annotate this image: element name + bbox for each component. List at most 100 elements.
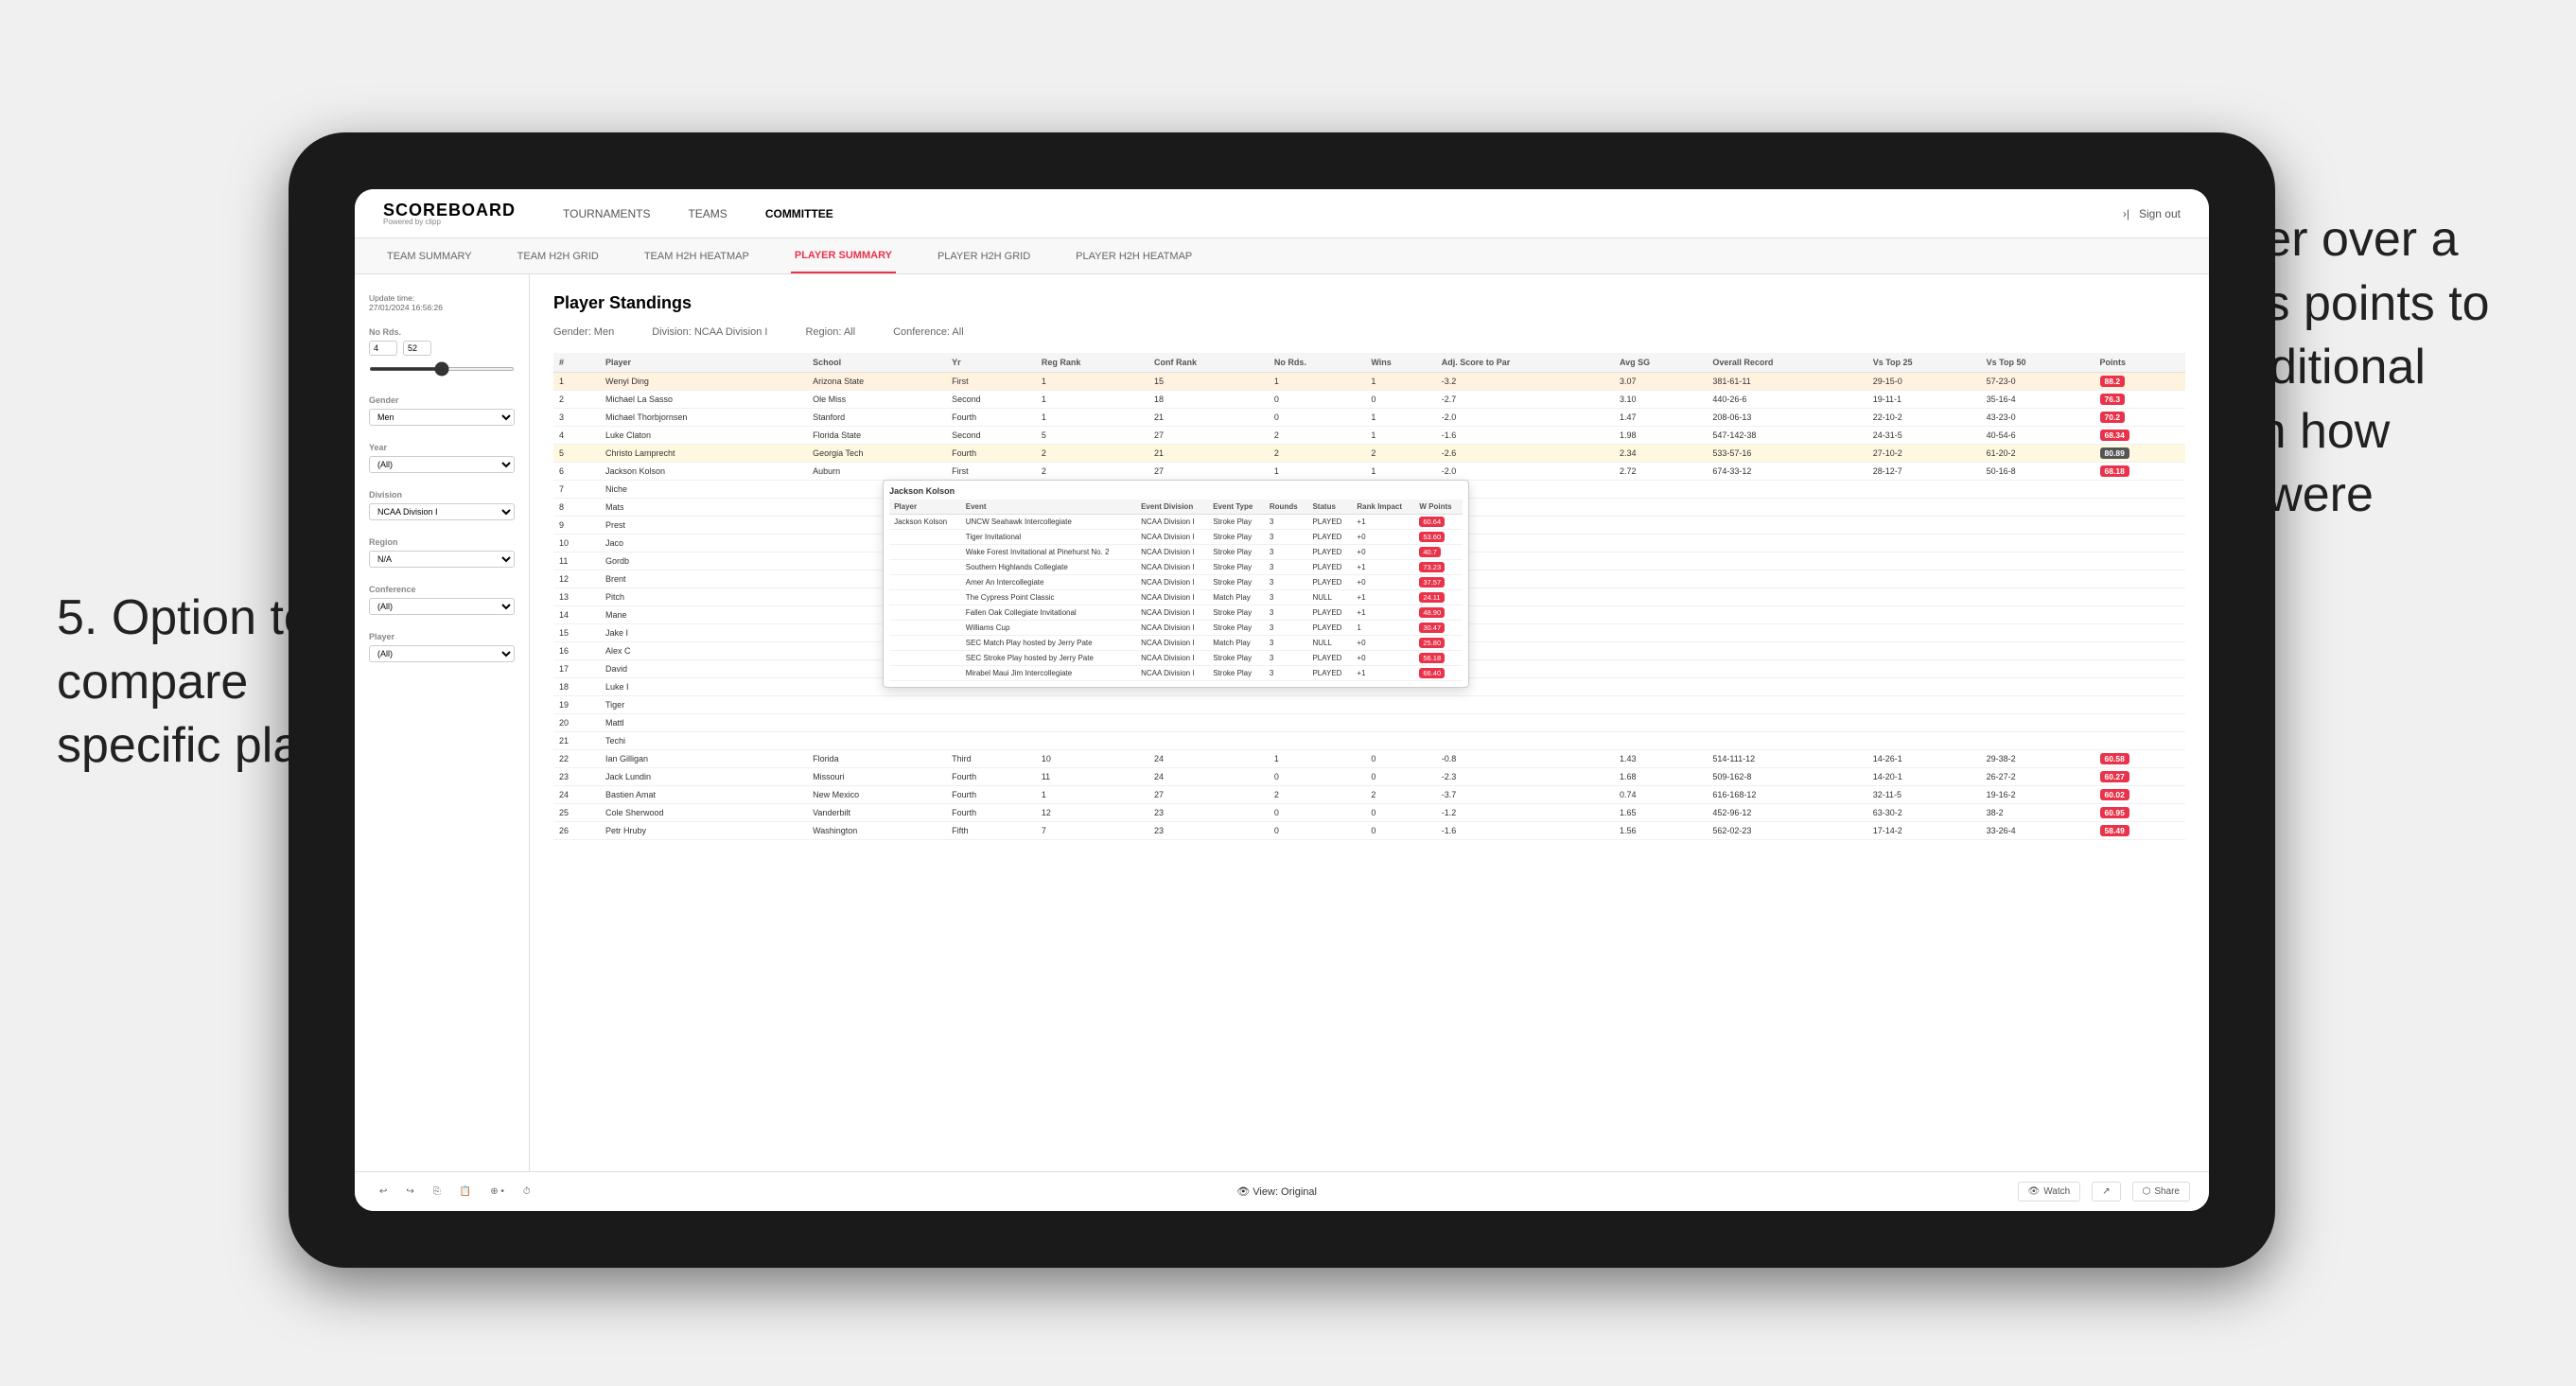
sidebar-region: Region N/A xyxy=(369,537,515,568)
sub-nav-player-summary[interactable]: PLAYER SUMMARY xyxy=(791,238,896,273)
nav-left: SCOREBOARD Powered by clipp TOURNAMENTS … xyxy=(383,202,833,226)
settings-button[interactable]: ⊕ • xyxy=(484,1184,510,1200)
col-wins: Wins xyxy=(1365,353,1435,373)
watch-button[interactable]: 👁 Watch xyxy=(2018,1182,2081,1202)
points-badge[interactable]: 68.18 xyxy=(2100,465,2129,477)
toolbar-left: ↩ ↪ ⎘ 📋 ⊕ • ⏱ xyxy=(374,1184,536,1200)
sidebar-update-time: Update time: 27/01/2024 16:56:26 xyxy=(369,293,515,312)
view-icon: 👁 xyxy=(1236,1186,1250,1198)
sign-out-link[interactable]: Sign out xyxy=(2139,207,2181,220)
points-badge-hovered[interactable]: 80.89 xyxy=(2100,447,2129,459)
share-button[interactable]: ⬡ Share xyxy=(2132,1182,2190,1202)
table-row: 20Mattl xyxy=(553,714,2185,732)
paste-button[interactable]: 📋 xyxy=(454,1184,477,1200)
filter-division: Division: NCAA Division I xyxy=(652,326,767,338)
popup-table: Player Event Event Division Event Type R… xyxy=(889,500,1463,681)
sidebar-year-label: Year xyxy=(369,443,515,452)
table-row: 21Techi xyxy=(553,732,2185,750)
sidebar-player-select[interactable]: (All) xyxy=(369,645,515,662)
points-badge[interactable]: 58.49 xyxy=(2100,825,2129,836)
no-rds-min-input[interactable] xyxy=(369,341,397,356)
sidebar-division: Division NCAA Division I xyxy=(369,490,515,520)
sidebar-year: Year (All) xyxy=(369,443,515,473)
popup-row: Fallen Oak Collegiate Invitational NCAA … xyxy=(889,605,1463,621)
sidebar-year-select[interactable]: (All) xyxy=(369,456,515,473)
sidebar-division-label: Division xyxy=(369,490,515,500)
points-badge[interactable]: 60.27 xyxy=(2100,771,2129,782)
sub-nav-team-h2h-heatmap[interactable]: TEAM H2H HEATMAP xyxy=(640,238,753,273)
points-badge[interactable]: 88.2 xyxy=(2100,376,2126,387)
col-adj-score: Adj. Score to Par xyxy=(1436,353,1614,373)
col-no-rds: No Rds. xyxy=(1269,353,1365,373)
popup-row: Jackson Kolson UNCW Seahawk Intercollegi… xyxy=(889,515,1463,530)
hover-popup: Jackson Kolson Player Event Event Divisi… xyxy=(883,480,1469,688)
sidebar-gender-select[interactable]: Men xyxy=(369,409,515,426)
table-row: 19Tiger xyxy=(553,696,2185,714)
redo-button[interactable]: ↪ xyxy=(400,1184,419,1200)
logo-area: SCOREBOARD Powered by clipp xyxy=(383,202,516,226)
col-num: # xyxy=(553,353,600,373)
points-badge[interactable]: 68.34 xyxy=(2100,430,2129,441)
toolbar-view-label: 👁 View: Original xyxy=(1236,1185,1317,1198)
content-area: Player Standings Gender: Men Division: N… xyxy=(530,274,2209,1171)
table-row-highlighted: 5 Christo Lamprecht Georgia Tech Fourth … xyxy=(553,445,2185,463)
table-row: 3 Michael Thorbjornsen Stanford Fourth 1… xyxy=(553,409,2185,427)
col-conf-rank: Conf Rank xyxy=(1148,353,1269,373)
export-button[interactable]: ↗ xyxy=(2092,1182,2120,1202)
popup-row: Southern Highlands Collegiate NCAA Divis… xyxy=(889,560,1463,575)
sub-nav-player-h2h-heatmap[interactable]: PLAYER H2H HEATMAP xyxy=(1072,238,1196,273)
points-badge[interactable]: 60.58 xyxy=(2100,753,2129,764)
copy-button[interactable]: ⎘ xyxy=(428,1184,447,1200)
col-avg-sg: Avg SG xyxy=(1614,353,1707,373)
sub-nav-team-h2h-grid[interactable]: TEAM H2H GRID xyxy=(514,238,603,273)
tablet-frame: SCOREBOARD Powered by clipp TOURNAMENTS … xyxy=(289,132,2275,1268)
sidebar-conference: Conference (All) xyxy=(369,585,515,615)
sidebar-player-label: Player xyxy=(369,632,515,641)
nav-teams[interactable]: TEAMS xyxy=(688,207,727,220)
popup-row: The Cypress Point Classic NCAA Division … xyxy=(889,590,1463,605)
nav-committee[interactable]: COMMITTEE xyxy=(765,207,833,220)
sidebar-conference-select[interactable]: (All) xyxy=(369,598,515,615)
page-wrapper: 4. Hover over a player's points to see a… xyxy=(0,0,2576,1386)
popup-row: Mirabel Maui Jim Intercollegiate NCAA Di… xyxy=(889,666,1463,681)
col-school: School xyxy=(807,353,946,373)
bottom-toolbar: ↩ ↪ ⎘ 📋 ⊕ • ⏱ 👁 View: Original 👁 Watch xyxy=(355,1171,2209,1211)
popup-row: SEC Match Play hosted by Jerry Pate NCAA… xyxy=(889,636,1463,651)
toolbar-right: 👁 Watch ↗ ⬡ Share xyxy=(2018,1182,2190,1202)
sidebar-division-select[interactable]: NCAA Division I xyxy=(369,503,515,520)
tablet-screen: SCOREBOARD Powered by clipp TOURNAMENTS … xyxy=(355,189,2209,1211)
points-badge[interactable]: 70.2 xyxy=(2100,412,2126,423)
table-row: 26 Petr Hruby Washington Fifth 7 23 0 0 … xyxy=(553,822,2185,840)
nav-tournaments[interactable]: TOURNAMENTS xyxy=(563,207,650,220)
undo-button[interactable]: ↩ xyxy=(374,1184,393,1200)
app-logo-sub: Powered by clipp xyxy=(383,219,516,226)
main-content: Update time: 27/01/2024 16:56:26 No Rds.… xyxy=(355,274,2209,1171)
col-record: Overall Record xyxy=(1707,353,1866,373)
page-title: Player Standings xyxy=(553,293,2185,313)
col-yr: Yr xyxy=(946,353,1036,373)
filters-row: Gender: Men Division: NCAA Division I Re… xyxy=(553,326,2185,338)
popup-row: SEC Stroke Play hosted by Jerry Pate NCA… xyxy=(889,651,1463,666)
timer-button[interactable]: ⏱ xyxy=(517,1184,536,1200)
col-player: Player xyxy=(600,353,807,373)
no-rds-max-input[interactable] xyxy=(403,341,431,356)
filter-region: Region: All xyxy=(805,326,855,338)
standings-table: # Player School Yr Reg Rank Conf Rank No… xyxy=(553,353,2185,840)
watch-icon: 👁 xyxy=(2028,1186,2041,1197)
col-vs-top50: Vs Top 50 xyxy=(1981,353,2094,373)
points-badge[interactable]: 60.95 xyxy=(2100,807,2129,818)
filter-gender: Gender: Men xyxy=(553,326,614,338)
sidebar-region-select[interactable]: N/A xyxy=(369,551,515,568)
points-badge[interactable]: 60.02 xyxy=(2100,789,2129,800)
popup-row: Tiger Invitational NCAA Division I Strok… xyxy=(889,530,1463,545)
sub-nav-player-h2h-grid[interactable]: PLAYER H2H GRID xyxy=(934,238,1034,273)
sub-nav-team-summary[interactable]: TEAM SUMMARY xyxy=(383,238,476,273)
col-points: Points xyxy=(2094,353,2185,373)
points-badge[interactable]: 76.3 xyxy=(2100,394,2126,405)
app-logo: SCOREBOARD xyxy=(383,202,516,219)
no-rds-slider[interactable] xyxy=(369,367,515,371)
share-icon: ⬡ xyxy=(2143,1186,2151,1197)
filter-conference: Conference: All xyxy=(893,326,964,338)
popup-row: Amer An Intercollegiate NCAA Division I … xyxy=(889,575,1463,590)
table-row: 6 Jackson Kolson Auburn First 2 27 1 1 -… xyxy=(553,463,2185,481)
